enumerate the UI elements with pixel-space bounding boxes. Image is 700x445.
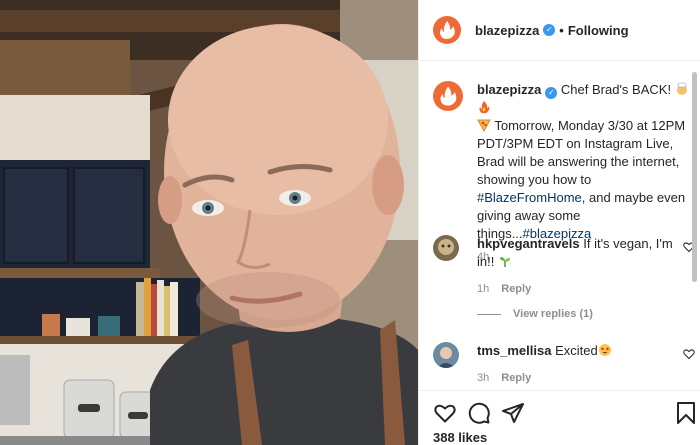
comment-username[interactable]: tms_mellisa: [477, 343, 551, 358]
action-bar: [419, 390, 700, 424]
chef-emoji-icon: [676, 82, 687, 95]
comment-text: hkpvegantravels If it's vegan, I'm in!!: [477, 235, 673, 271]
comments-scrollbar[interactable]: [692, 72, 697, 282]
avatar[interactable]: [433, 235, 459, 261]
caption-text-2: Tomorrow, Monday 3/30 at 12PM PDT/3PM ED…: [477, 118, 686, 187]
verified-icon: ✓: [545, 87, 558, 99]
blaze-logo-icon[interactable]: [433, 16, 461, 44]
comment-meta: 3h Reply: [477, 372, 695, 384]
star-struck-emoji-icon: [598, 344, 611, 356]
avatar[interactable]: [433, 342, 459, 368]
comment-timestamp[interactable]: 3h: [477, 372, 489, 384]
separator-dot: •: [559, 22, 564, 38]
comments-area[interactable]: blazepizza ✓ Chef Brad's BACK! Tomorrow, …: [419, 61, 700, 390]
comment-text: tms_mellisa Excited: [477, 342, 673, 360]
caption-text: blazepizza ✓ Chef Brad's BACK! Tomorrow, …: [477, 81, 695, 243]
comment-username[interactable]: hkpvegantravels: [477, 236, 580, 251]
comment-item: tms_mellisa Excited 3h Reply: [433, 342, 695, 384]
post-sidebar: blazepizza ✓ • Following blazepizza ✓ Che…: [418, 0, 700, 445]
caption-username[interactable]: blazepizza: [477, 82, 541, 97]
hashtag-link[interactable]: #BlazeFromHome: [477, 190, 582, 205]
reply-button[interactable]: Reply: [501, 372, 531, 384]
verified-icon: ✓: [543, 24, 556, 36]
comment-body: Excited: [555, 343, 598, 358]
post-photo[interactable]: [0, 0, 418, 445]
comment-icon[interactable]: [467, 401, 491, 425]
comment-meta: 1h Reply: [477, 283, 695, 295]
view-replies-label: View replies (1): [513, 308, 593, 320]
post-image: [0, 0, 418, 445]
caption-text-1: Chef Brad's BACK!: [560, 82, 675, 97]
share-icon[interactable]: [501, 401, 525, 425]
blaze-logo-icon[interactable]: [433, 81, 463, 111]
header-username[interactable]: blazepizza: [475, 23, 539, 38]
seedling-emoji-icon: [499, 257, 510, 267]
reply-button[interactable]: Reply: [501, 283, 531, 295]
following-button[interactable]: Following: [568, 23, 629, 38]
likes-count[interactable]: 388 likes: [433, 430, 487, 445]
like-comment-heart-icon[interactable]: [683, 348, 695, 360]
comment-timestamp[interactable]: 1h: [477, 283, 489, 295]
comment-item: hkpvegantravels If it's vegan, I'm in!! …: [433, 235, 695, 295]
fire-emoji-icon: [479, 101, 490, 114]
post-header: blazepizza ✓ • Following: [419, 0, 700, 61]
heart-icon[interactable]: [433, 401, 457, 425]
bookmark-icon[interactable]: [674, 401, 698, 425]
pizza-emoji-icon: [477, 119, 491, 132]
divider: [477, 313, 501, 315]
view-replies-button[interactable]: View replies (1): [477, 308, 593, 320]
